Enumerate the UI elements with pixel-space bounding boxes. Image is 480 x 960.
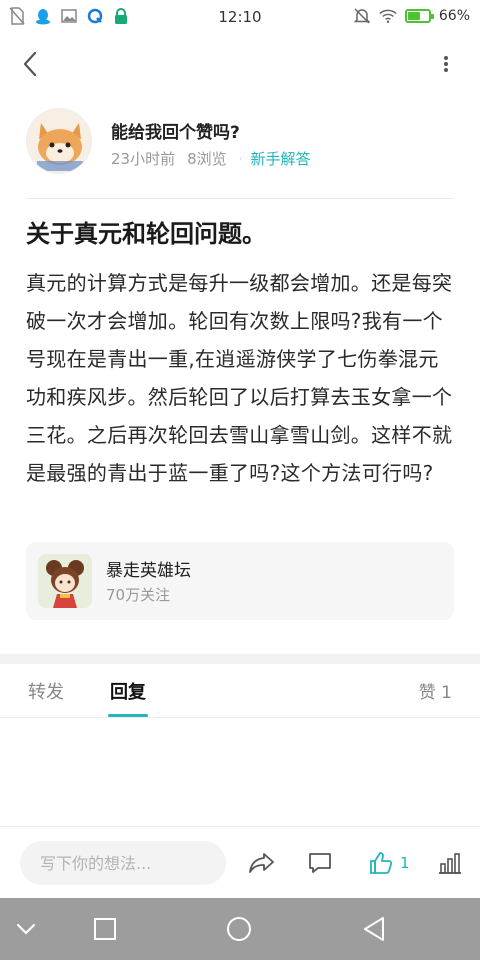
top-nav (0, 34, 480, 94)
author-name[interactable]: 能给我回个赞吗? (111, 118, 240, 143)
tab-bar: 转发 回复 赞 1 (0, 664, 480, 718)
forum-card[interactable]: 暴走英雄坛 70万关注 (26, 542, 454, 620)
share-icon (249, 853, 274, 873)
section-divider (0, 654, 480, 664)
bar-chart-icon (439, 853, 461, 874)
tab-likes[interactable]: 赞 1 (419, 678, 452, 703)
post-body: 真元的计算方式是每升一级都会增加。还是每突破一次才会增加。轮回有次数上限吗?我有… (26, 271, 453, 485)
forum-name: 暴走英雄坛 (106, 561, 191, 581)
post-time: 23小时前 (111, 150, 176, 168)
mute-icon (353, 7, 371, 25)
thumbs-up-icon (370, 852, 393, 874)
author-meta: 23小时前 8浏览 · 新手解答 (111, 148, 322, 169)
tab-reply[interactable]: 回复 (110, 678, 146, 704)
square-icon (94, 918, 116, 940)
tab-active-indicator (108, 714, 148, 717)
author-header: 能给我回个赞吗? 23小时前 8浏览 · 新手解答 (26, 106, 454, 196)
nav-home-button[interactable] (223, 913, 255, 945)
forum-icon (38, 554, 92, 608)
nav-back-button[interactable] (358, 913, 390, 945)
category-tag[interactable]: 新手解答 (250, 148, 310, 169)
status-right-icons: 66% (353, 7, 470, 25)
battery-fill (407, 12, 421, 20)
shiba-avatar-image (27, 109, 91, 173)
avatar[interactable] (26, 108, 92, 174)
battery-percent: 66% (438, 8, 470, 24)
more-options-button[interactable] (434, 48, 458, 80)
like-count: 1 (400, 854, 410, 872)
tab-forward[interactable]: 转发 (28, 678, 64, 704)
action-bar: 1 (0, 826, 480, 898)
more-vertical-icon (444, 56, 448, 72)
divider (26, 198, 454, 199)
wifi-icon (379, 7, 397, 25)
back-button[interactable] (14, 48, 46, 80)
comment-input[interactable] (20, 841, 226, 885)
system-nav-bar (0, 898, 480, 960)
game-character-icon (38, 554, 92, 608)
battery-icon (404, 9, 434, 23)
like-button[interactable]: 1 (368, 847, 410, 879)
forum-followers: 70万关注 (106, 586, 171, 604)
stats-button[interactable] (437, 847, 463, 879)
circle-icon (227, 917, 251, 941)
nav-recents-button[interactable] (89, 913, 121, 945)
comment-button[interactable] (307, 847, 333, 879)
comment-icon (309, 853, 331, 873)
share-button[interactable] (248, 847, 276, 879)
chevron-down-icon (16, 923, 36, 935)
view-count: 8浏览 (187, 150, 227, 168)
nav-collapse-button[interactable] (10, 913, 42, 945)
back-arrow-icon (23, 51, 37, 77)
meta-separator: · (238, 151, 243, 166)
triangle-back-icon (364, 917, 384, 941)
post-title: 关于真元和轮回问题。 (26, 220, 266, 248)
status-bar: 12:10 66% (0, 0, 480, 34)
